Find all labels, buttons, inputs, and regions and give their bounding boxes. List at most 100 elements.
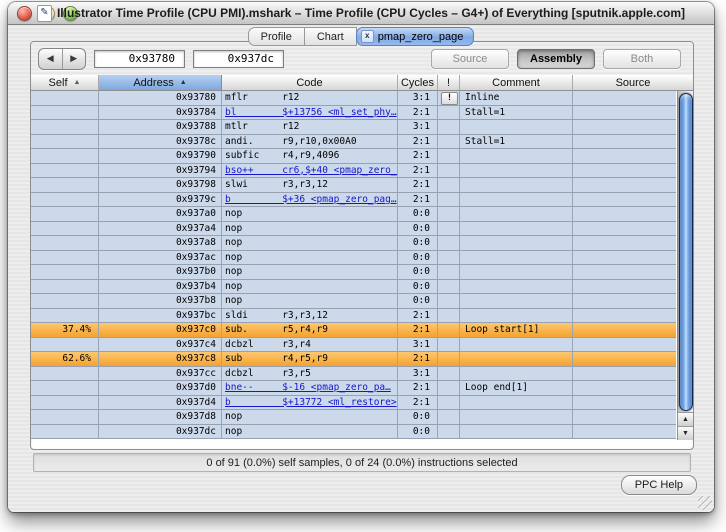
table-row[interactable]: 0x937d4b $+13772 <ml_restore>2:1 — [31, 396, 676, 411]
table-row[interactable]: 0x937d8nop0:0 — [31, 410, 676, 425]
cell-self: 37.4% — [31, 323, 99, 337]
scroll-up-icon: ▲ — [682, 416, 689, 423]
column-header-address[interactable]: Address ▲ — [99, 75, 222, 91]
table-row[interactable]: 0x9378candi. r9,r10,0x00A02:1Stall=1 — [31, 135, 676, 150]
tab-profile[interactable]: Profile — [248, 27, 305, 46]
cell-cycles: 2:1 — [398, 135, 438, 149]
table-row[interactable]: 62.6%0x937c8sub r4,r5,r92:1 — [31, 352, 676, 367]
title-bar[interactable]: ✎ Illustrator Time Profile (CPU PMI).msh… — [8, 2, 714, 25]
tab-chart[interactable]: Chart — [305, 27, 357, 46]
cell-source — [573, 149, 676, 163]
tab-pmap-zero-page[interactable]: x pmap_zero_page — [356, 27, 475, 46]
table-row[interactable]: 0x937d0bne-- $-16 <pmap_zero_pa…2:1Loop … — [31, 381, 676, 396]
table-row[interactable]: 0x93780mflr r123:1!Inline — [31, 91, 676, 106]
cell-source — [573, 309, 676, 323]
end-address-field[interactable] — [193, 50, 284, 68]
cell-comment — [460, 280, 573, 294]
column-label: Self — [49, 77, 68, 89]
forward-button[interactable]: ▶ — [63, 49, 86, 69]
table-row[interactable]: 0x937c4dcbzl r3,r43:1 — [31, 338, 676, 353]
cell-comment — [460, 338, 573, 352]
column-header-code[interactable]: Code — [222, 75, 398, 91]
cell-self — [31, 396, 99, 410]
cell-self — [31, 178, 99, 192]
table-row[interactable]: 37.4%0x937c0sub. r5,r4,r92:1Loop start[1… — [31, 323, 676, 338]
cell-code: nop — [222, 294, 398, 308]
scroll-down-button[interactable]: ▼ — [678, 426, 693, 440]
cell-cycles: 2:1 — [398, 149, 438, 163]
cell-exception: ! — [438, 91, 460, 105]
resize-grip[interactable] — [698, 496, 712, 510]
table-body: 0x93780mflr r123:1!Inline0x93784bl $+137… — [31, 91, 676, 440]
cell-cycles: 0:0 — [398, 222, 438, 236]
cell-exception — [438, 338, 460, 352]
cell-source — [573, 280, 676, 294]
cell-exception — [438, 193, 460, 207]
start-address-field[interactable] — [94, 50, 185, 68]
cell-self — [31, 236, 99, 250]
exception-badge[interactable]: ! — [441, 92, 458, 105]
scroll-up-button[interactable]: ▲ — [678, 412, 693, 426]
cell-address: 0x937b4 — [99, 280, 222, 294]
branch-target-link[interactable]: b $+13772 <ml_restore> — [225, 397, 397, 408]
browser-toolbar: ◀ ▶ Source Assembly Both — [31, 42, 693, 76]
cell-self: 62.6% — [31, 352, 99, 366]
table-row[interactable]: 0x937ccdcbzl r3,r53:1 — [31, 367, 676, 382]
table-row[interactable]: 0x937a0nop0:0 — [31, 207, 676, 222]
cell-exception — [438, 425, 460, 439]
cell-comment: Loop start[1] — [460, 323, 573, 337]
column-label: Code — [296, 77, 322, 89]
table-row[interactable]: 0x937b8nop0:0 — [31, 294, 676, 309]
column-header-exception[interactable]: ! — [438, 75, 460, 91]
table-row[interactable]: 0x93788mtlr r123:1 — [31, 120, 676, 135]
cell-exception — [438, 120, 460, 134]
cell-address: 0x937b0 — [99, 265, 222, 279]
column-header-self[interactable]: Self ▲ — [31, 75, 99, 91]
column-header-comment[interactable]: Comment — [460, 75, 573, 91]
source-view-button[interactable]: Source — [431, 49, 509, 69]
table-row[interactable]: 0x937acnop0:0 — [31, 251, 676, 266]
cell-comment — [460, 294, 573, 308]
close-window-button[interactable] — [17, 6, 32, 21]
cell-cycles: 0:0 — [398, 280, 438, 294]
table-row[interactable]: 0x93794bso++ cr6,$+40 <pmap_zero_…2:1 — [31, 164, 676, 179]
column-header-cycles[interactable]: Cycles — [398, 75, 438, 91]
branch-target-link[interactable]: bso++ cr6,$+40 <pmap_zero_… — [225, 165, 398, 176]
assembly-view-button[interactable]: Assembly — [517, 49, 595, 69]
branch-target-link[interactable]: bne-- $-16 <pmap_zero_pa… — [225, 382, 391, 393]
table-row[interactable]: 0x937a4nop0:0 — [31, 222, 676, 237]
table-row[interactable]: 0x93798slwi r3,r3,122:1 — [31, 178, 676, 193]
back-button[interactable]: ◀ — [39, 49, 63, 69]
table-row[interactable]: 0x93790subfic r4,r9,40962:1 — [31, 149, 676, 164]
both-view-button[interactable]: Both — [603, 49, 681, 69]
table-row[interactable]: 0x937dcnop0:0 — [31, 425, 676, 440]
table-row[interactable]: 0x9379cb $+36 <pmap_zero_pag…2:1 — [31, 193, 676, 208]
minimize-window-button[interactable] — [40, 6, 55, 21]
branch-target-link[interactable]: bl $+13756 <ml_set_phy… — [225, 107, 397, 118]
cell-source — [573, 338, 676, 352]
scrollbar-thumb[interactable] — [679, 93, 693, 411]
table-row[interactable]: 0x937b4nop0:0 — [31, 280, 676, 295]
cell-cycles: 3:1 — [398, 120, 438, 134]
table-row[interactable]: 0x937bcsldi r3,r3,122:1 — [31, 309, 676, 324]
ppc-help-button[interactable]: PPC Help — [621, 475, 697, 495]
table-row[interactable]: 0x937a8nop0:0 — [31, 236, 676, 251]
cell-source — [573, 410, 676, 424]
column-header-source[interactable]: Source — [573, 75, 693, 91]
branch-target-link[interactable]: b $+36 <pmap_zero_pag… — [225, 194, 397, 205]
cell-self — [31, 367, 99, 381]
cell-exception — [438, 381, 460, 395]
cell-cycles: 3:1 — [398, 367, 438, 381]
cell-exception — [438, 352, 460, 366]
close-tab-icon[interactable]: x — [361, 30, 374, 43]
zoom-window-button[interactable] — [63, 6, 78, 21]
cell-cycles: 0:0 — [398, 410, 438, 424]
cell-cycles: 2:1 — [398, 178, 438, 192]
table-row[interactable]: 0x937b0nop0:0 — [31, 265, 676, 280]
sort-ascending-icon: ▲ — [180, 79, 187, 86]
table-row[interactable]: 0x93784bl $+13756 <ml_set_phy…2:1Stall=1 — [31, 106, 676, 121]
vertical-scrollbar[interactable]: ▲ ▼ — [677, 91, 692, 440]
forward-icon: ▶ — [70, 53, 77, 64]
cell-address: 0x937d8 — [99, 410, 222, 424]
cell-source — [573, 396, 676, 410]
